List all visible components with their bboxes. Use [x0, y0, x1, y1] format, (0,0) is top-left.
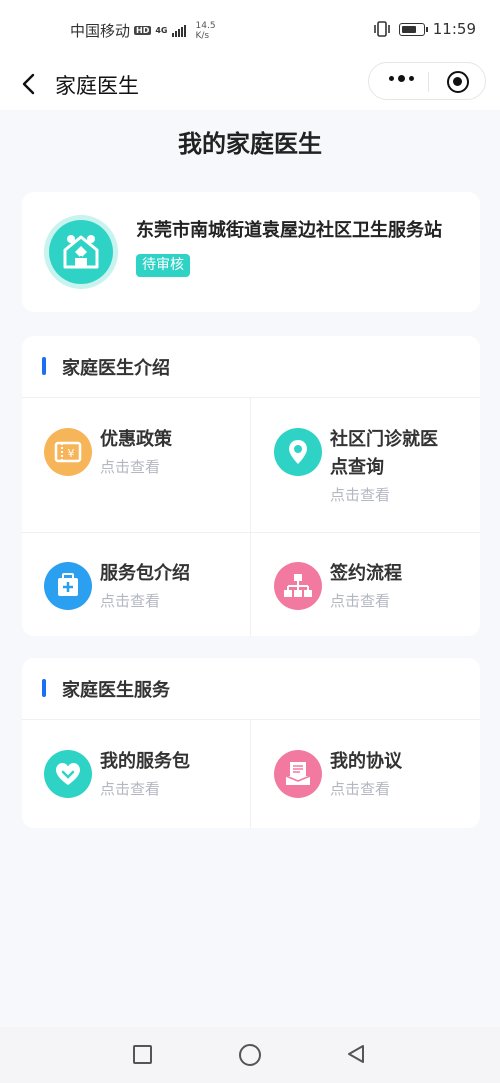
status-right: 11:59	[373, 20, 476, 38]
signing-process-item[interactable]: 签约流程 点击查看	[274, 562, 474, 622]
clock: 11:59	[432, 20, 476, 38]
battery-icon	[398, 22, 428, 36]
status-badge: 待审核	[136, 254, 190, 277]
heart-package-icon	[44, 750, 92, 798]
clinic-icon	[44, 215, 118, 289]
status-left: 中国移动 HD 4G 14.5 K/s	[70, 20, 216, 41]
intro-section-title: 家庭医生介绍	[62, 358, 170, 379]
service-package-intro-item[interactable]: 服务包介绍 点击查看	[44, 562, 244, 622]
item-title: 优惠政策	[100, 429, 172, 450]
agreement-icon	[274, 750, 322, 798]
section-accent-bar	[42, 357, 46, 375]
nav-title: 家庭医生	[55, 74, 139, 98]
vibrate-icon	[373, 21, 390, 37]
station-name: 东莞市南城街道袁屋边社区卫生服务站	[136, 220, 442, 241]
item-subtitle: 点击查看	[100, 458, 161, 476]
speed-unit: K/s	[195, 30, 210, 41]
item-subtitle: 点击查看	[100, 592, 161, 610]
network-speed: 14.5 K/s	[196, 21, 216, 41]
item-title: 签约流程	[330, 563, 402, 584]
speed-value: 14.5	[195, 20, 216, 31]
flowchart-icon	[274, 562, 322, 610]
medical-kit-icon	[44, 562, 92, 610]
my-service-package-item[interactable]: 我的服务包 点击查看	[44, 750, 244, 810]
intro-section-header: 家庭医生介绍	[22, 336, 480, 398]
my-agreement-item[interactable]: 我的协议 点击查看	[274, 750, 474, 810]
row-divider	[22, 532, 480, 533]
location-pin-icon	[274, 428, 322, 476]
item-title: 我的服务包	[100, 751, 190, 772]
station-card[interactable]: 东莞市南城街道袁屋边社区卫生服务站 待审核	[22, 192, 480, 312]
recent-apps-icon[interactable]	[133, 1045, 152, 1064]
nav-bar: 家庭医生	[0, 62, 500, 110]
item-subtitle: 点击查看	[100, 780, 161, 798]
miniprogram-capsule	[368, 62, 486, 100]
section-accent-bar	[42, 679, 46, 697]
intro-section: 家庭医生介绍 ¥ 优惠政策 点击查看 社区门诊就医 点查询 点击查看 服务包介绍…	[22, 336, 480, 636]
item-title: 我的协议	[330, 751, 402, 772]
back-arrow-icon[interactable]	[18, 72, 42, 96]
network-label: 4G	[155, 26, 168, 35]
item-subtitle: 点击查看	[330, 592, 391, 610]
clinic-query-item[interactable]: 社区门诊就医 点查询 点击查看	[274, 428, 474, 518]
item-title-line1: 社区门诊就医	[330, 429, 438, 450]
home-icon[interactable]	[239, 1044, 261, 1066]
close-miniprogram-icon[interactable]	[447, 71, 469, 93]
column-divider	[250, 398, 251, 636]
item-title-line2: 点查询	[330, 457, 384, 478]
service-section-title: 家庭医生服务	[62, 680, 170, 701]
system-nav-bar	[0, 1027, 500, 1083]
item-subtitle: 点击查看	[330, 780, 391, 798]
item-subtitle: 点击查看	[330, 486, 391, 504]
service-section-header: 家庭医生服务	[22, 658, 480, 720]
carrier-label: 中国移动	[70, 22, 131, 40]
status-bar: 中国移动 HD 4G 14.5 K/s 11:59	[0, 0, 500, 62]
service-section: 家庭医生服务 我的服务包 点击查看 我的协议 点击查看	[22, 658, 480, 828]
signal-icon	[171, 24, 186, 37]
page-title: 我的家庭医生	[178, 130, 322, 158]
column-divider	[250, 720, 251, 828]
coupon-icon: ¥	[44, 428, 92, 476]
discount-policy-item[interactable]: ¥ 优惠政策 点击查看	[44, 428, 244, 508]
item-title: 服务包介绍	[100, 563, 190, 584]
hd-badge: HD	[134, 26, 152, 35]
system-back-icon[interactable]	[345, 1043, 367, 1065]
svg-text:¥: ¥	[68, 447, 75, 460]
capsule-divider	[428, 72, 429, 92]
more-icon[interactable]	[389, 75, 414, 82]
